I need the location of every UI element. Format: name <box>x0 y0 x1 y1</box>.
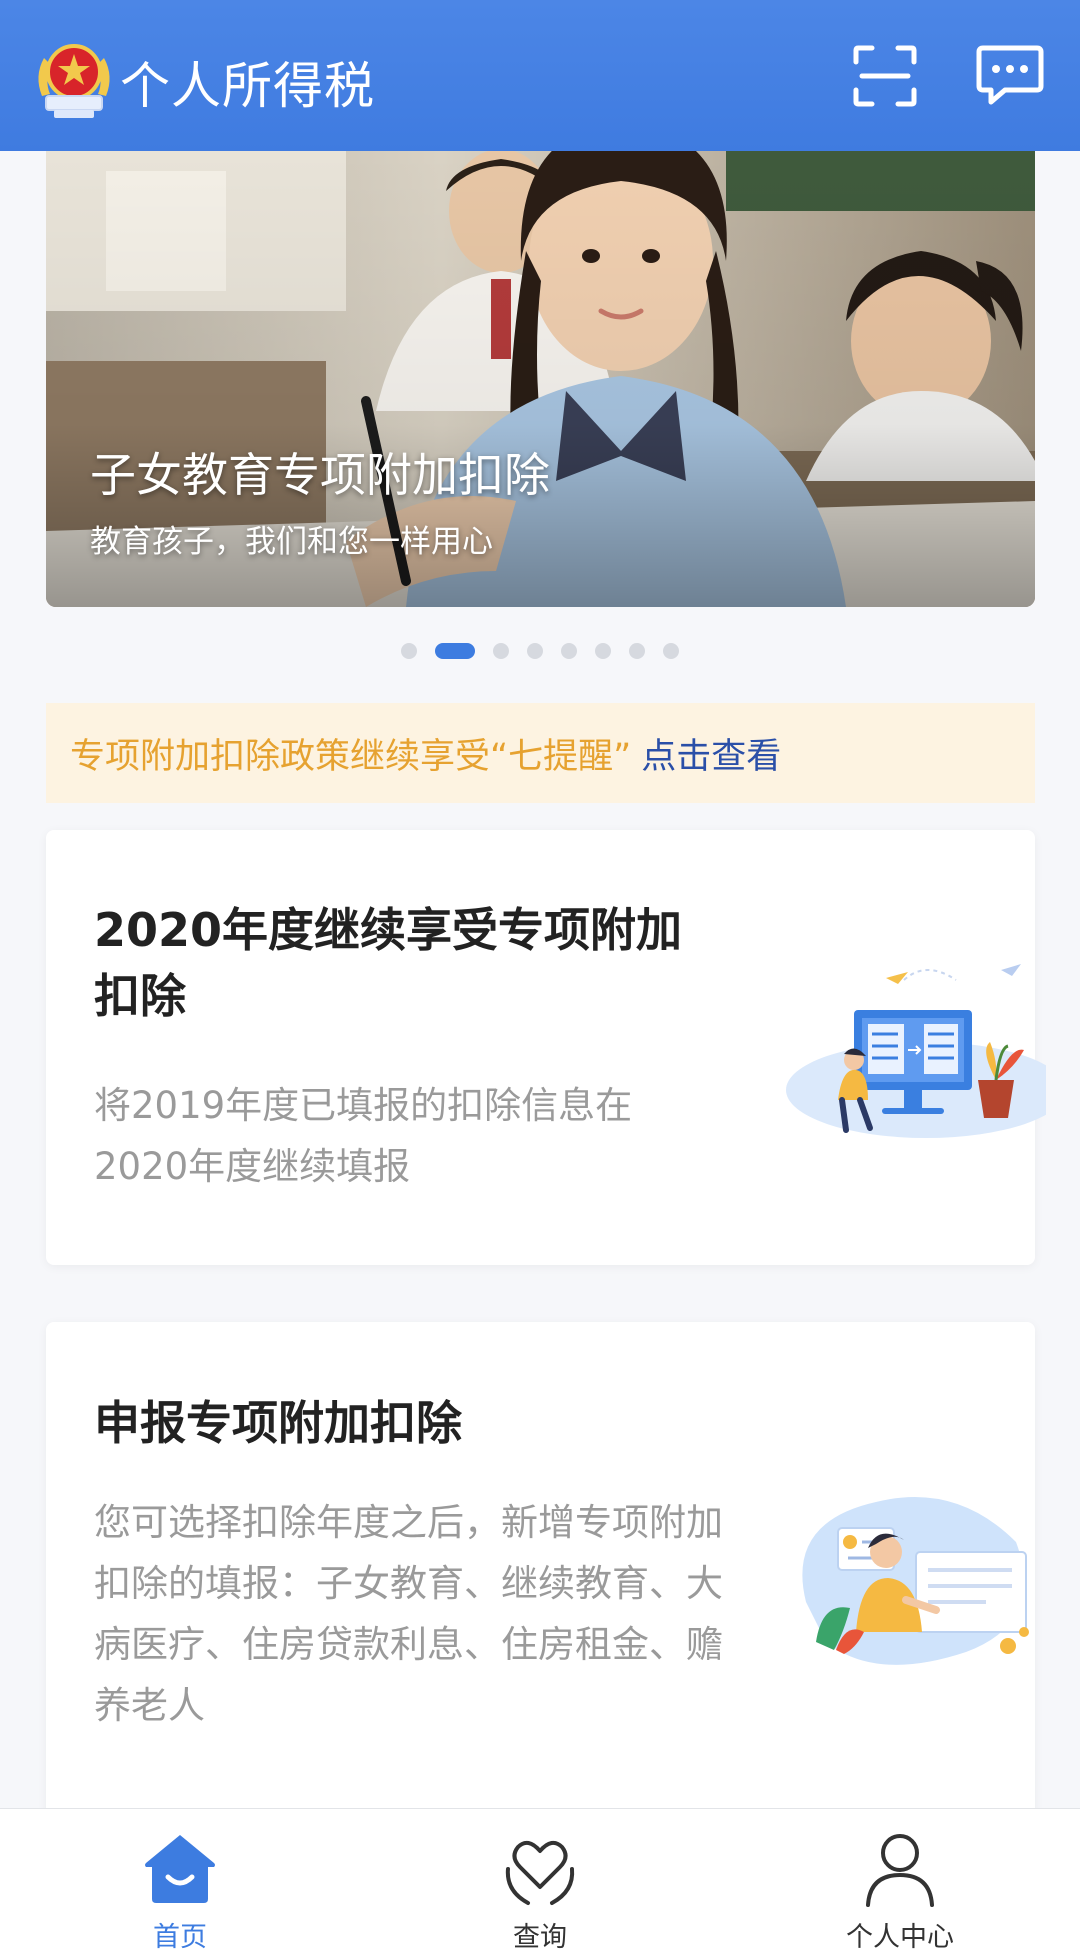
banner-carousel[interactable]: 子女教育专项附加扣除 教育孩子，我们和您一样用心 <box>46 151 1035 607</box>
pager-dot-active[interactable] <box>435 643 475 659</box>
pager-dot[interactable] <box>561 643 577 659</box>
pager-dot[interactable] <box>595 643 611 659</box>
card-description: 将2019年度已填报的扣除信息在2020年度继续填报 <box>94 1084 633 1188</box>
nav-label: 查询 <box>513 1922 567 1953</box>
home-icon <box>145 1835 215 1903</box>
bottom-navigation: 首页 查询 个人中心 <box>0 1808 1080 1955</box>
nav-item-query[interactable]: 查询 <box>440 1809 640 1955</box>
nav-label: 个人中心 <box>846 1922 954 1953</box>
notice-text: 专项附加扣除政策继续享受“七提醒” <box>70 736 632 777</box>
person-form-illustration <box>802 1497 1029 1665</box>
app-header: 个人所得税 <box>0 0 1080 151</box>
message-icon[interactable] <box>975 44 1045 108</box>
pager-dot[interactable] <box>493 643 509 659</box>
card-description: 您可选择扣除年度之后，新增专项附加扣除的填报：子女教育、继续教育、大病医疗、住房… <box>94 1501 723 1727</box>
heart-hands-icon <box>505 1840 575 1905</box>
pager-dot[interactable] <box>663 643 679 659</box>
scan-icon[interactable] <box>852 44 918 108</box>
page-title: 个人所得税 <box>120 57 375 115</box>
computer-worker-illustration <box>786 964 1046 1138</box>
pager-dot[interactable] <box>527 643 543 659</box>
nav-label: 首页 <box>153 1922 207 1953</box>
card-title: 2020年度继续享受专项附加扣除 <box>94 903 683 1023</box>
continue-deduction-card[interactable]: 2020年度继续享受专项附加扣除 将2019年度已填报的扣除信息在2020年度继… <box>46 830 1046 1265</box>
banner-subtitle: 教育孩子，我们和您一样用心 <box>90 524 493 560</box>
pager-dot[interactable] <box>629 643 645 659</box>
nav-item-home[interactable]: 首页 <box>80 1809 280 1955</box>
notice-bar[interactable]: 专项附加扣除政策继续享受“七提醒” 点击查看 <box>46 703 1035 803</box>
pager-dot[interactable] <box>401 643 417 659</box>
card-title: 申报专项附加扣除 <box>94 1396 462 1450</box>
notice-link[interactable]: 点击查看 <box>641 728 781 779</box>
person-icon <box>866 1834 934 1907</box>
banner-title: 子女教育专项附加扣除 <box>90 448 550 502</box>
nav-item-profile[interactable]: 个人中心 <box>800 1809 1000 1955</box>
declare-deduction-card[interactable]: 申报专项附加扣除 您可选择扣除年度之后，新增专项附加扣除的填报：子女教育、继续教… <box>46 1322 1035 1822</box>
tax-emblem-icon <box>38 44 110 118</box>
carousel-pager <box>0 641 1080 661</box>
